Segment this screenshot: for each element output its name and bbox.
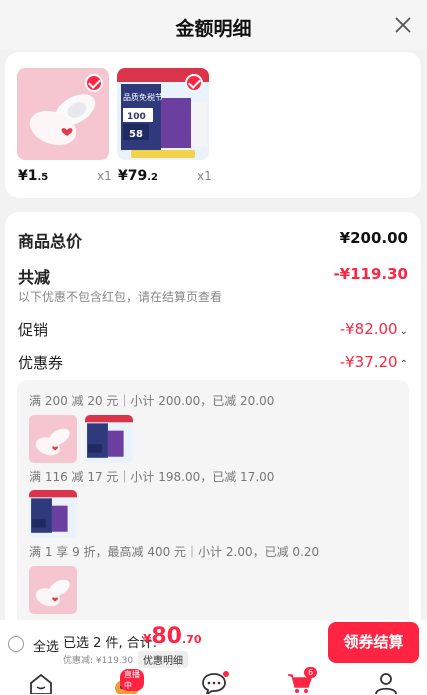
mini-product-mouse	[29, 566, 77, 614]
modal-header: 金额明细	[0, 0, 427, 50]
coupon-detail-line: 满 1 享 9 折，最高减 400 元｜小计 2.00，已减 0.20	[29, 545, 320, 559]
reduce-note: 以下优惠不包含红包，请在结算页查看	[18, 290, 223, 304]
coupon-value: -¥37.20	[339, 353, 398, 371]
reduce-label: 共减	[18, 268, 51, 287]
mini-product-milk	[29, 490, 77, 538]
coupon-detail-line: 满 200 减 20 元｜小计 200.00，已减 20.00	[29, 394, 275, 408]
products-card: 品质免税节 100 58 ¥1.5 x1 ¥79.2 x1	[5, 52, 421, 198]
svg-text:58: 58	[129, 129, 143, 140]
profile-icon[interactable]	[373, 672, 399, 694]
price-summary-card: 商品总价 ¥200.00 共减 -¥119.30 以下优惠不包含红包，请在结算页…	[5, 212, 421, 640]
product-image-milk[interactable]: 品质免税节 100 58	[117, 68, 209, 160]
total-amount: ¥80.70	[143, 624, 202, 649]
chevron-down-icon[interactable]: ⌄	[400, 326, 408, 337]
svg-text:品质免税节: 品质免税节	[123, 92, 163, 102]
checkout-button[interactable]: 领券结算	[328, 622, 419, 663]
modal-title: 金额明细	[175, 18, 252, 40]
coupon-label: 优惠券	[18, 354, 64, 372]
total-value: ¥200.00	[339, 229, 408, 247]
mini-product-mouse	[29, 415, 77, 463]
checkout-bar: 全选 已选 2 件, 合计: ¥80.70 优惠减: ¥119.30 优惠明细 …	[0, 620, 427, 668]
item-price: ¥1.5	[18, 168, 49, 184]
item-price: ¥79.2	[118, 168, 158, 184]
promo-label: 促销	[18, 321, 49, 339]
reduce-value: -¥119.30	[333, 265, 408, 283]
mini-product-milk	[85, 415, 133, 463]
cart-tab[interactable]: 6	[287, 667, 318, 694]
product-image-mouse[interactable]	[17, 68, 109, 160]
discount-text: 优惠减: ¥119.30	[63, 656, 134, 666]
select-all-label[interactable]: 全选	[33, 636, 59, 655]
cart-count-badge: 6	[304, 667, 318, 678]
tab-bar: 直播中 6	[0, 667, 427, 695]
selected-check-icon[interactable]	[85, 74, 103, 92]
selected-check-icon[interactable]	[185, 74, 203, 92]
coupon-detail-line: 满 116 减 17 元｜小计 198.00，已减 17.00	[29, 470, 275, 484]
discount-detail-link[interactable]: 优惠明细	[138, 651, 188, 668]
unread-dot	[223, 671, 229, 677]
svg-text:100: 100	[127, 112, 146, 122]
item-quantity: x1	[97, 169, 112, 183]
promo-row-toggle[interactable]: -¥82.00 ⌄	[340, 320, 408, 338]
chevron-up-icon[interactable]: ⌃	[400, 359, 408, 370]
select-all-radio[interactable]	[8, 636, 24, 652]
live-badge: 直播中	[120, 669, 144, 691]
total-label: 商品总价	[18, 232, 83, 251]
coupon-row-toggle[interactable]: -¥37.20 ⌃	[340, 353, 408, 371]
live-tab[interactable]: 直播中	[110, 669, 144, 695]
coupon-detail-panel: 满 200 减 20 元｜小计 200.00，已减 20.00 满 116 减 …	[17, 380, 409, 640]
message-tab[interactable]	[201, 671, 229, 695]
close-icon[interactable]	[393, 15, 413, 35]
promo-value: -¥82.00	[339, 320, 398, 338]
item-quantity: x1	[197, 169, 212, 183]
home-icon[interactable]	[28, 672, 54, 694]
